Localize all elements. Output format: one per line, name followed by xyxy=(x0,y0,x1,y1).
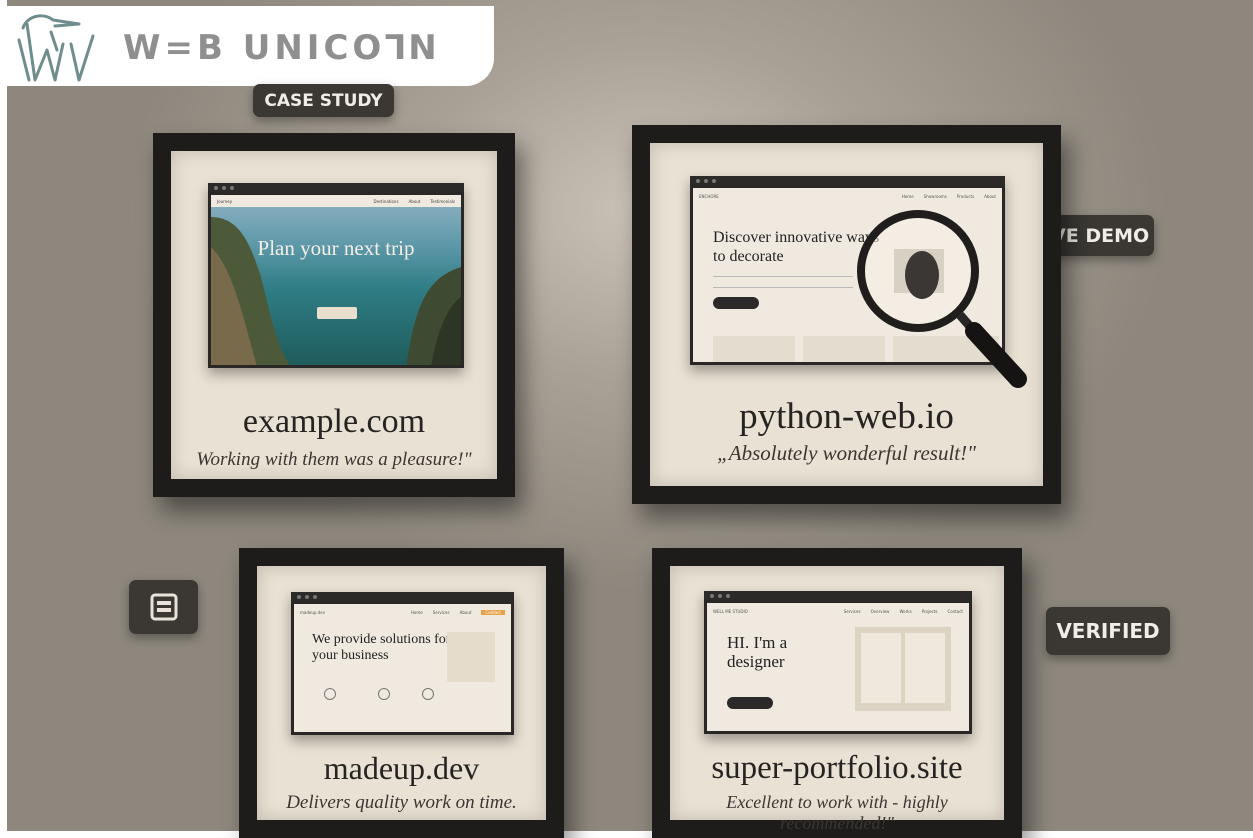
site-headline: We provide solutions for your business xyxy=(312,632,451,663)
testimonial-quote: Excellent to work with - highly recommen… xyxy=(726,792,948,833)
layout-icon xyxy=(150,593,177,621)
site-headline: Plan your next trip xyxy=(257,236,415,260)
portfolio-frame-example[interactable]: Journey Destinations About Testimonials Pla… xyxy=(153,133,515,497)
site-cta-button xyxy=(713,297,759,309)
brand-name: W=B UNICO⅂N xyxy=(123,28,441,68)
site-screenshot: WELL ME STUDIO Services Overview Works Proje… xyxy=(704,591,972,734)
portfolio-frame-python-web[interactable]: ENCHORE Home Showrooms Products About Discov… xyxy=(632,125,1061,504)
frame-mat: madeup.dev Home Services About Contact We pr… xyxy=(257,566,546,820)
case-study-badge[interactable]: CASE STUDY xyxy=(253,84,394,117)
testimonial-quote: „Absolutely wonderful result!" xyxy=(717,441,976,465)
brand-logo[interactable]: W=B UNICO⅂N xyxy=(7,6,494,86)
portfolio-frame-madeup[interactable]: madeup.dev Home Services About Contact We pr… xyxy=(239,548,564,838)
portfolio-frame-super-portfolio[interactable]: WELL ME STUDIO Services Overview Works Proje… xyxy=(652,548,1022,838)
verified-badge[interactable]: VERIFIED xyxy=(1046,607,1170,655)
frame-mat: ENCHORE Home Showrooms Products About Discov… xyxy=(650,143,1043,486)
unicorn-logo-icon xyxy=(17,14,95,82)
site-screenshot: Journey Destinations About Testimonials Pla… xyxy=(208,183,464,368)
frame-mat: Journey Destinations About Testimonials Pla… xyxy=(171,151,497,479)
testimonial-quote: Delivers quality work on time. xyxy=(286,792,517,813)
layout-icon-button[interactable] xyxy=(129,580,198,634)
site-screenshot: madeup.dev Home Services About Contact We pr… xyxy=(291,592,514,735)
frame-mat: WELL ME STUDIO Services Overview Works Proje… xyxy=(670,566,1004,833)
testimonial-quote: Working with them was a pleasure!" xyxy=(196,449,472,470)
domain-title: python-web.io xyxy=(739,396,954,437)
site-cta-button xyxy=(727,697,773,709)
domain-title: madeup.dev xyxy=(323,750,480,786)
coast-illustration xyxy=(211,217,461,365)
domain-title: super-portfolio.site xyxy=(711,750,963,786)
site-headline: HI. I'm a designer xyxy=(727,633,788,671)
site-cta-button xyxy=(317,307,357,319)
domain-title: example.com xyxy=(242,403,426,440)
